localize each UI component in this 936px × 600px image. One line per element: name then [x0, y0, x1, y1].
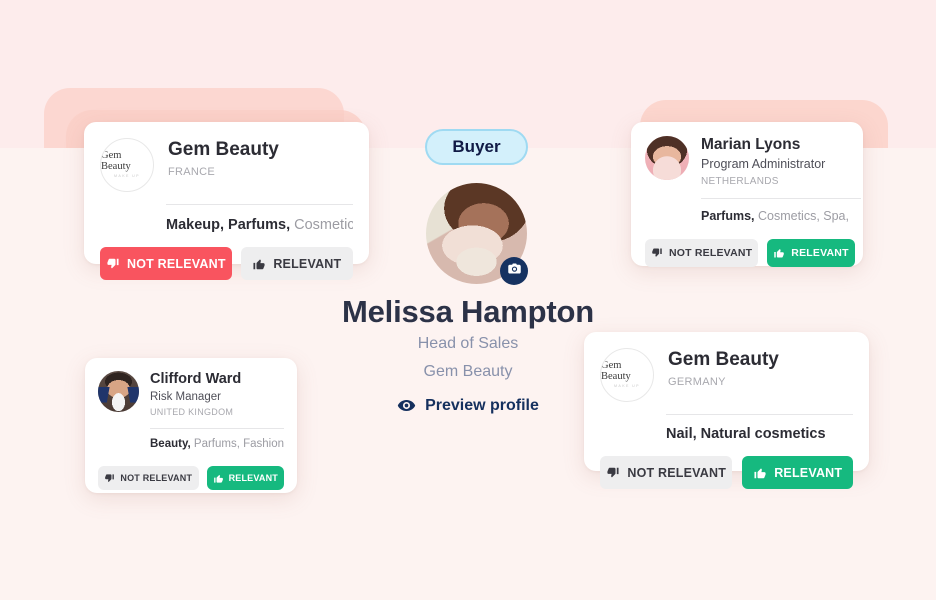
not-relevant-label: NOT RELEVANT	[120, 473, 193, 484]
thumbs-down-icon	[104, 473, 115, 484]
hero-company: Gem Beauty	[423, 363, 513, 380]
thumbs-up-icon	[773, 247, 785, 259]
card-role: Program Administrator	[701, 156, 826, 171]
card-country: NETHERLANDS	[701, 175, 779, 187]
card-tags-primary: Makeup, Parfums,	[166, 217, 291, 233]
buyer-badge-label: Buyer	[452, 137, 501, 156]
suggestion-card-marian-lyons[interactable]: Marian Lyons Program Administrator NETHE…	[631, 122, 863, 267]
card-tags-primary: Parfums,	[701, 208, 755, 223]
relevant-label: RELEVANT	[791, 246, 849, 259]
eye-icon	[397, 396, 416, 415]
card-tags-secondary: Cosmetics, Spa,	[754, 208, 849, 223]
change-photo-button[interactable]	[500, 257, 528, 285]
buyer-badge: Buyer	[425, 129, 528, 165]
suggestion-card-gem-beauty-france[interactable]: Gem Beauty MAKE UP Gem Beauty FRANCE Mak…	[84, 122, 369, 280]
not-relevant-button[interactable]: NOT RELEVANT	[600, 456, 733, 489]
card-divider	[701, 197, 861, 199]
company-logo-gem-beauty: Gem Beauty MAKE UP	[100, 138, 154, 192]
relevant-label: RELEVANT	[774, 465, 843, 480]
card-tags: Makeup, Parfums, Cosmetics	[166, 217, 353, 233]
screenshot-stage: Gem Beauty MAKE UP Gem Beauty FRANCE Mak…	[0, 0, 936, 600]
company-logo-tagline: MAKE UP	[114, 174, 140, 179]
not-relevant-button[interactable]: NOT RELEVANT	[100, 247, 232, 280]
card-title: Gem Beauty	[168, 139, 279, 160]
company-logo-tagline: MAKE UP	[614, 384, 640, 389]
relevant-button[interactable]: RELEVANT	[767, 238, 855, 267]
preview-profile-link[interactable]: Preview profile	[0, 396, 936, 415]
thumbs-down-icon	[106, 257, 120, 271]
not-relevant-label: NOT RELEVANT	[127, 256, 226, 271]
card-tags-secondary: Cosmetics	[294, 217, 353, 233]
not-relevant-label: NOT RELEVANT	[627, 465, 727, 480]
card-tags-primary: Beauty,	[150, 438, 191, 451]
thumbs-up-icon	[753, 466, 767, 480]
preview-profile-label: Preview profile	[425, 396, 539, 414]
relevant-button[interactable]: RELEVANT	[240, 247, 353, 280]
thumbs-down-icon	[651, 247, 663, 259]
card-tags: Beauty, Parfums, Fashion	[150, 438, 284, 450]
hero-role: Head of Sales	[417, 335, 519, 352]
card-tags: Parfums, Cosmetics, Spa,	[701, 209, 849, 223]
card-tags-secondary: Parfums, Fashion	[190, 438, 284, 451]
not-relevant-button[interactable]: NOT RELEVANT	[645, 238, 759, 267]
avatar	[645, 136, 689, 180]
camera-icon	[507, 261, 522, 281]
thumbs-up-icon	[213, 473, 224, 484]
hero-name: Melissa Hampton	[342, 294, 594, 329]
card-tags: Nail, Natural cosmetics	[666, 426, 853, 442]
relevant-label: RELEVANT	[273, 256, 342, 271]
relevant-button[interactable]: RELEVANT	[742, 456, 853, 489]
card-tags-primary: Nail, Natural cosmetics	[666, 426, 826, 442]
not-relevant-label: NOT RELEVANT	[669, 246, 753, 259]
not-relevant-button[interactable]: NOT RELEVANT	[98, 466, 199, 491]
company-logo-name: Gem Beauty	[101, 150, 131, 172]
card-country: FRANCE	[168, 165, 216, 178]
card-divider	[150, 428, 284, 430]
thumbs-up-icon	[252, 257, 266, 271]
thumbs-down-icon	[606, 466, 620, 480]
card-divider	[166, 204, 353, 205]
relevant-button[interactable]: RELEVANT	[206, 466, 284, 491]
relevant-label: RELEVANT	[228, 473, 278, 484]
card-title: Marian Lyons	[701, 136, 801, 153]
